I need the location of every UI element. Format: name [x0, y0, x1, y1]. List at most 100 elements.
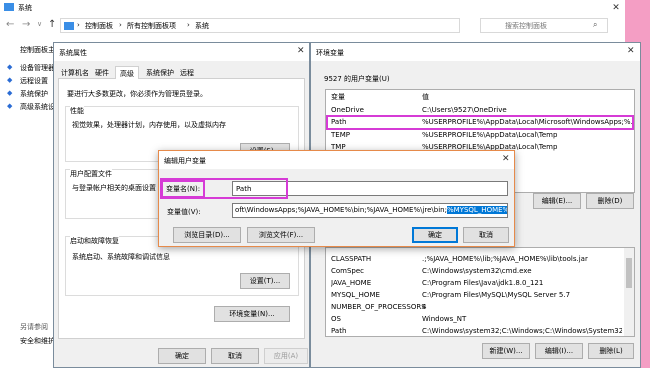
sysprops-tabs: 计算机名 硬件 高级 系统保护 远程	[58, 65, 305, 79]
variable-value-field[interactable]: oft\WindowsApps;%JAVA_HOME%\bin;%JAVA_HO…	[232, 203, 508, 218]
user-profile-desc: 与登录帐户相关的桌面设置	[72, 184, 156, 192]
chevron-down-icon[interactable]: ∨	[37, 20, 42, 28]
list-item[interactable]: TEMP %USERPROFILE%\AppData\Local\Temp	[326, 130, 634, 141]
var-value: C:\Program Files\MySQL\MySQL Server 5.7	[422, 291, 571, 299]
breadcrumb-item-all-items[interactable]: 所有控制面板项	[127, 21, 176, 31]
list-item[interactable]: OS Windows_NT	[326, 314, 634, 325]
var-name: NUMBER_OF_PROCESSORS	[331, 303, 426, 311]
envwin-title: 环境变量	[316, 49, 344, 57]
list-item[interactable]: JAVA_HOME C:\Program Files\Java\jdk1.8.0…	[326, 278, 634, 289]
edit-user-variable-dialog: 编辑用户变量 ✕ 变量名(N): Path 变量值(V): oft\Window…	[158, 150, 515, 247]
column-header-value[interactable]: 值	[422, 92, 429, 103]
var-name: ComSpec	[331, 267, 365, 275]
var-name: CLASSPATH	[331, 255, 372, 263]
ok-button[interactable]: 确定	[412, 227, 458, 243]
tab-computer-name[interactable]: 计算机名	[61, 68, 89, 78]
var-value: Windows_NT	[422, 315, 467, 323]
close-icon[interactable]: ✕	[297, 46, 305, 56]
explorer-titlebar: 系统	[0, 0, 625, 16]
startup-settings-button[interactable]: 设置(T)...	[240, 273, 290, 289]
sysprops-titlebar: 系统属性 ✕	[54, 43, 309, 61]
var-value: %USERPROFILE%\AppData\Local\Temp	[422, 131, 558, 139]
close-icon[interactable]: ✕	[627, 46, 635, 56]
var-name: JAVA_HOME	[331, 279, 372, 287]
edit-user-var-button[interactable]: 编辑(E)...	[533, 193, 581, 209]
var-name: Path	[331, 327, 347, 335]
list-item[interactable]: ComSpec C:\Windows\system32\cmd.exe	[326, 266, 634, 277]
environment-variables-button[interactable]: 环境变量(N)...	[214, 306, 290, 322]
window-close-icon[interactable]: ✕	[607, 0, 625, 16]
forward-arrow-icon[interactable]: →	[22, 19, 30, 30]
performance-desc: 视觉效果，处理器计划，内存使用，以及虚拟内存	[72, 121, 226, 129]
new-system-var-button[interactable]: 新建(W)...	[482, 343, 530, 359]
list-item[interactable]: OneDrive C:\Users\9527\OneDrive	[326, 105, 634, 116]
list-item[interactable]: Path C:\Windows\system32;C:\Windows;C:\W…	[326, 326, 634, 336]
close-icon[interactable]: ✕	[502, 154, 510, 164]
var-name: TEMP	[331, 131, 350, 139]
breadcrumb-item-control-panel[interactable]: 控制面板	[85, 21, 113, 31]
sidebar-item-protection[interactable]: 系统保护	[20, 89, 48, 99]
sidebar-item-remote[interactable]: 远程设置	[20, 76, 48, 86]
sidebar-item-advanced[interactable]: 高级系统设	[20, 102, 55, 112]
list-item[interactable]: NUMBER_OF_PROCESSORS 4	[326, 302, 634, 313]
variable-value-text: oft\WindowsApps;%JAVA_HOME%\bin;%JAVA_HO…	[235, 206, 447, 214]
var-value: C:\Users\9527\OneDrive	[422, 106, 507, 114]
delete-system-var-button[interactable]: 删除(L)	[588, 343, 634, 359]
var-value: 4	[422, 303, 427, 311]
sysprops-title: 系统属性	[59, 49, 87, 57]
explorer-addressbar: ← → ∨ ↑ › 控制面板 › 所有控制面板项 › 系统 搜索控制面板 ⌕	[0, 17, 625, 35]
var-value: C:\Program Files\Java\jdk1.8.0_121	[422, 279, 544, 287]
scrollbar-thumb[interactable]	[626, 258, 632, 288]
up-arrow-icon[interactable]: ↑	[48, 19, 56, 30]
tab-hardware[interactable]: 硬件	[95, 68, 109, 78]
scrollbar[interactable]	[624, 248, 634, 336]
browse-file-button[interactable]: 浏览文件(F)...	[247, 227, 315, 243]
shield-icon: ◆	[7, 89, 13, 97]
user-vars-label: 9527 的用户变量(U)	[324, 75, 390, 83]
shield-icon: ◆	[7, 63, 13, 71]
editdlg-titlebar: 编辑用户变量 ✕	[159, 151, 514, 169]
sidebar-header[interactable]: 控制面板主	[20, 45, 55, 55]
tab-remote[interactable]: 远程	[180, 68, 194, 78]
var-name: Path	[331, 118, 347, 126]
explorer-title: 系统	[18, 4, 32, 12]
delete-user-var-button[interactable]: 删除(D)	[586, 193, 634, 209]
ok-button[interactable]: 确定	[158, 348, 206, 364]
search-placeholder: 搜索控制面板	[505, 22, 547, 30]
tab-system-protection[interactable]: 系统保护	[146, 68, 174, 78]
user-profile-title: 用户配置文件	[70, 169, 112, 179]
breadcrumb[interactable]: › 控制面板 › 所有控制面板项 › 系统	[60, 18, 460, 33]
search-icon: ⌕	[593, 20, 598, 29]
see-also-label: 另请参阅	[20, 323, 48, 331]
var-value: C:\Windows\system32;C:\Windows;C:\Window…	[422, 327, 622, 335]
shield-icon: ◆	[7, 102, 13, 110]
cancel-button[interactable]: 取消	[211, 348, 259, 364]
admin-note: 要进行大多数更改，你必须作为管理员登录。	[67, 90, 207, 98]
system-vars-list[interactable]: CLASSPATH .;%JAVA_HOME%\lib;%JAVA_HOME%\…	[325, 247, 635, 337]
sidebar-item-device-manager[interactable]: 设备管理器	[20, 63, 55, 73]
security-link[interactable]: 安全和维护	[20, 336, 55, 346]
browse-directory-button[interactable]: 浏览目录(D)...	[173, 227, 241, 243]
apply-button[interactable]: 应用(A)	[264, 348, 308, 364]
breadcrumb-sep-icon: ›	[77, 21, 80, 29]
var-name: OneDrive	[331, 106, 364, 114]
envwin-titlebar: 环境变量 ✕	[311, 43, 640, 61]
column-header-variable[interactable]: 变量	[331, 92, 345, 103]
control-panel-icon	[64, 22, 74, 30]
breadcrumb-sep-icon: ›	[119, 21, 122, 29]
list-item[interactable]: MYSQL_HOME C:\Program Files\MySQL\MySQL …	[326, 290, 634, 301]
breadcrumb-item-system[interactable]: 系统	[195, 21, 209, 31]
list-item-selected[interactable]: Path %USERPROFILE%\AppData\Local\Microso…	[326, 115, 634, 130]
editdlg-title: 编辑用户变量	[164, 157, 206, 165]
tab-advanced[interactable]: 高级	[115, 66, 139, 79]
var-value: %USERPROFILE%\AppData\Local\Microsoft\Wi…	[422, 118, 632, 126]
cancel-button[interactable]: 取消	[463, 227, 509, 243]
system-icon	[4, 3, 14, 11]
list-header: 变量 值	[326, 92, 634, 103]
search-input[interactable]: 搜索控制面板 ⌕	[480, 18, 608, 33]
edit-system-var-button[interactable]: 编辑(I)...	[535, 343, 583, 359]
back-arrow-icon[interactable]: ←	[6, 19, 14, 30]
startup-desc: 系统启动、系统故障和调试信息	[72, 253, 170, 261]
name-row-highlight	[160, 178, 288, 199]
list-item[interactable]: CLASSPATH .;%JAVA_HOME%\lib;%JAVA_HOME%\…	[326, 254, 634, 265]
